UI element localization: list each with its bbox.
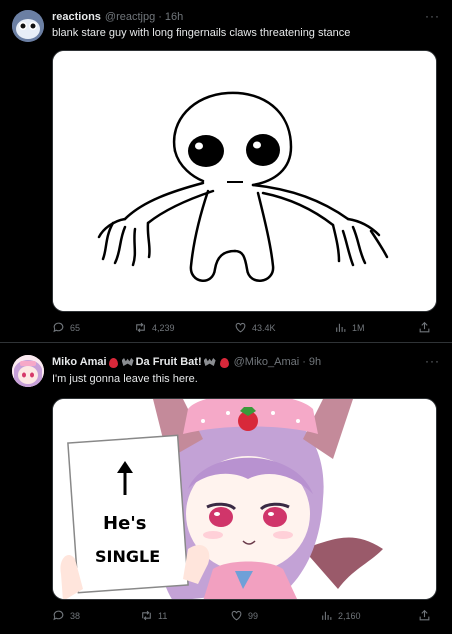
like-button[interactable]: 99 — [230, 609, 258, 622]
more-icon[interactable]: ··· — [425, 9, 440, 23]
reply-count: 65 — [70, 322, 81, 333]
avatar-image — [12, 355, 44, 387]
timestamp[interactable]: 16h — [165, 11, 183, 23]
tweet-actions: 65 4,239 43.4K 1M — [52, 321, 440, 339]
tweet-actions: 38 11 99 2,160 — [52, 609, 440, 627]
tweet-header: reactions @reactjpg · 16h — [52, 9, 440, 25]
reply-button[interactable]: 65 — [52, 321, 80, 334]
reply-icon — [53, 322, 64, 333]
tweet-2[interactable]: Miko Amai Da Fruit Bat! @Miko_Amai · 9h … — [0, 343, 452, 634]
like-count: 99 — [248, 610, 259, 621]
like-count: 43.4K — [252, 322, 276, 333]
views-button[interactable]: 2,160 — [320, 609, 361, 622]
display-name-suffix[interactable]: Da Fruit Bat! — [136, 356, 202, 368]
handle[interactable]: @reactjpg — [105, 11, 155, 23]
views-count: 1M — [352, 322, 365, 333]
more-icon[interactable]: ··· — [425, 354, 440, 368]
handle[interactable]: @Miko_Amai — [234, 356, 300, 368]
separator: · — [302, 356, 306, 368]
tweet-header: Miko Amai Da Fruit Bat! @Miko_Amai · 9h — [52, 354, 440, 370]
retweet-count: 4,239 — [152, 322, 175, 333]
retweet-button[interactable]: 4,239 — [134, 321, 175, 334]
reply-icon — [53, 610, 64, 621]
separator: · — [158, 11, 162, 23]
strawberry-icon — [108, 358, 118, 368]
avatar-image — [12, 10, 44, 42]
share-icon — [419, 609, 430, 621]
views-button[interactable]: 1M — [334, 321, 365, 334]
tweet-1[interactable]: reactions @reactjpg · 16h ··· blank star… — [0, 0, 452, 343]
display-name[interactable]: Miko Amai — [52, 356, 107, 368]
sign-text-line2: SINGLE — [95, 547, 160, 566]
tweet-text: I'm just gonna leave this here. — [52, 373, 198, 385]
sign-text-line1: He's — [103, 513, 147, 534]
heart-icon — [231, 610, 242, 621]
blank-stare-guy-drawing — [53, 51, 436, 311]
tweet-media[interactable] — [52, 50, 437, 312]
share-icon — [419, 321, 430, 333]
anime-girl-holding-sign-image: He's SINGLE — [53, 399, 436, 599]
retweet-count: 11 — [158, 610, 168, 621]
tweet-media[interactable]: He's SINGLE — [52, 398, 437, 600]
strawberry-icon — [219, 358, 229, 368]
tweet-text: blank stare guy with long fingernails cl… — [52, 27, 351, 39]
bat-icon — [121, 358, 134, 366]
avatar[interactable] — [12, 355, 44, 387]
heart-icon — [235, 322, 246, 333]
views-count: 2,160 — [338, 610, 361, 621]
avatar[interactable] — [12, 10, 44, 42]
retweet-icon — [136, 322, 145, 333]
timestamp[interactable]: 9h — [309, 356, 321, 368]
share-button[interactable] — [418, 321, 431, 334]
reply-count: 38 — [70, 610, 81, 621]
retweet-button[interactable]: 11 — [140, 609, 167, 622]
views-icon — [336, 323, 346, 332]
like-button[interactable]: 43.4K — [234, 321, 276, 334]
display-name[interactable]: reactions — [52, 11, 101, 23]
bat-icon — [203, 358, 216, 366]
views-icon — [322, 611, 332, 620]
retweet-icon — [142, 610, 151, 621]
share-button[interactable] — [418, 609, 431, 622]
reply-button[interactable]: 38 — [52, 609, 80, 622]
